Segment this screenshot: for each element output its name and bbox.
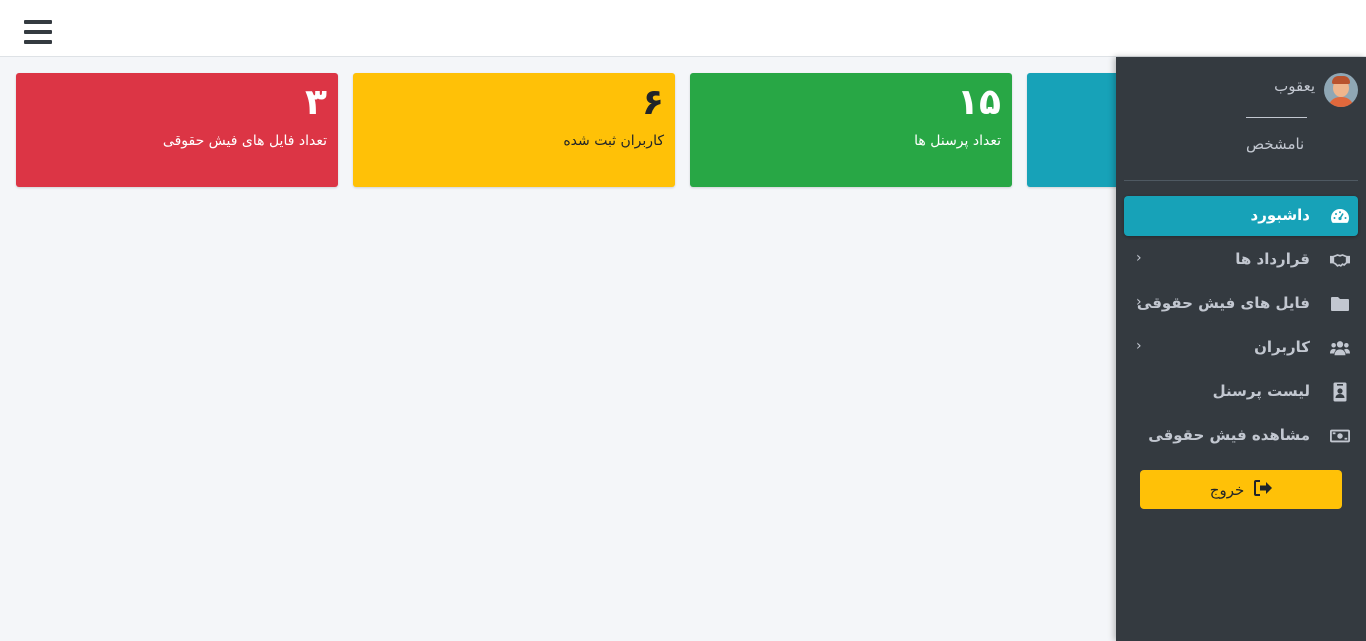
sidebar-item-contracts[interactable]: قرارداد ها ‹ bbox=[1124, 240, 1358, 280]
sidebar-nav: داشبورد قرارداد ها ‹ فایل های فیش حقوقی … bbox=[1124, 196, 1358, 460]
avatar[interactable] bbox=[1324, 73, 1358, 107]
stat-value: ۱۵ bbox=[957, 82, 1001, 123]
chevron-left-icon: ‹ bbox=[1136, 294, 1142, 310]
dashboard-icon bbox=[1330, 206, 1350, 226]
sidebar-item-payslip-files[interactable]: فایل های فیش حقوقی ‹ bbox=[1124, 284, 1358, 324]
id-badge-icon bbox=[1330, 382, 1350, 402]
stat-label: تعداد فایل های فیش حقوقی bbox=[162, 133, 327, 149]
user-name[interactable]: یعقوب bbox=[1274, 77, 1315, 95]
sidebar-item-users[interactable]: کاربران ‹ bbox=[1124, 328, 1358, 368]
hamburger-icon[interactable] bbox=[24, 20, 52, 44]
chevron-left-icon: ‹ bbox=[1136, 250, 1142, 266]
sidebar-item-personnel-list[interactable]: لیست پرسنل bbox=[1124, 372, 1358, 412]
handshake-icon bbox=[1330, 250, 1350, 270]
sign-out-icon bbox=[1254, 479, 1273, 500]
stat-value: ۶ bbox=[642, 82, 664, 123]
sidebar-item-label: فایل های فیش حقوقی bbox=[1136, 294, 1310, 312]
sidebar: یعقوب نامشخص داشبورد قرارداد ها ‹ فایل ه… bbox=[1116, 57, 1366, 641]
chevron-left-icon: ‹ bbox=[1136, 338, 1142, 354]
user-role: نامشخص bbox=[1246, 135, 1305, 153]
sidebar-item-dashboard[interactable]: داشبورد bbox=[1124, 196, 1358, 236]
stat-label: کاربران ثبت شده bbox=[563, 133, 664, 149]
sidebar-item-label: قرارداد ها bbox=[1235, 250, 1310, 268]
folder-icon bbox=[1330, 294, 1350, 314]
stat-label: تعداد پرسنل ها bbox=[914, 133, 1001, 149]
money-bill-icon bbox=[1330, 426, 1350, 446]
users-icon bbox=[1330, 338, 1350, 358]
logout-button[interactable]: خروج bbox=[1140, 470, 1342, 509]
stat-box-registered-users[interactable]: ۶ کاربران ثبت شده bbox=[353, 73, 675, 187]
sidebar-item-view-payslip[interactable]: مشاهده فیش حقوقی bbox=[1124, 416, 1358, 456]
top-navbar bbox=[0, 0, 1366, 57]
sidebar-item-label: مشاهده فیش حقوقی bbox=[1148, 426, 1310, 444]
stat-value: ۳ bbox=[305, 82, 327, 123]
sidebar-item-label: لیست پرسنل bbox=[1212, 382, 1310, 400]
sidebar-item-label: کاربران bbox=[1254, 338, 1310, 356]
sidebar-item-label: داشبورد bbox=[1250, 206, 1310, 224]
user-panel: یعقوب نامشخص bbox=[1124, 57, 1358, 181]
stat-box-payslip-files[interactable]: ۳ تعداد فایل های فیش حقوقی bbox=[16, 73, 338, 187]
stat-box-personnel-count[interactable]: ۱۵ تعداد پرسنل ها bbox=[690, 73, 1012, 187]
user-divider bbox=[1246, 117, 1307, 118]
logout-label: خروج bbox=[1209, 480, 1245, 499]
